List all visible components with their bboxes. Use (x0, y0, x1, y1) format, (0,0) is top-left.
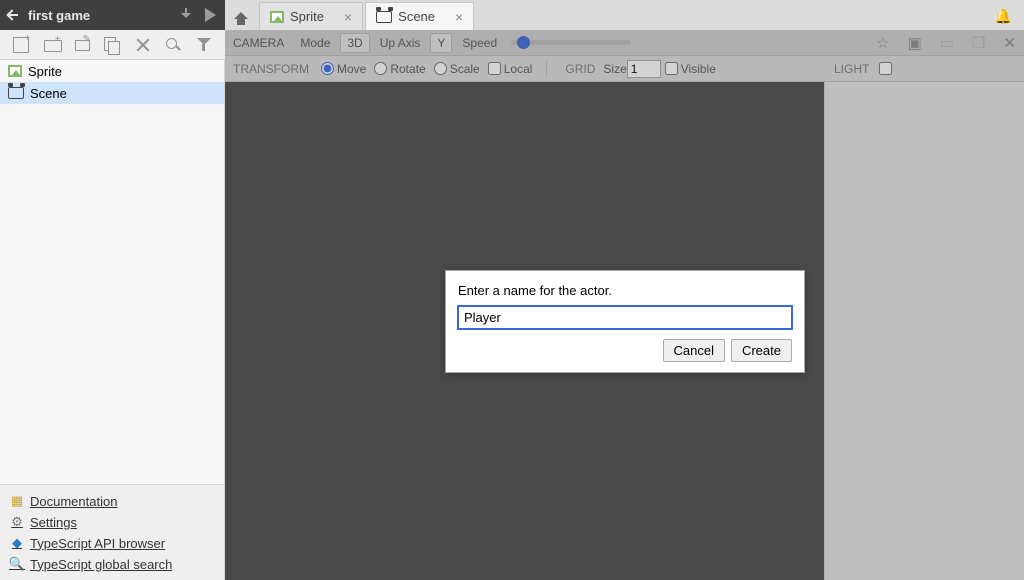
create-button[interactable]: Create (731, 339, 792, 362)
dialog-prompt: Enter a name for the actor. (458, 283, 792, 298)
tab-label: Scene (398, 9, 435, 24)
rename-icon[interactable] (74, 37, 90, 53)
download-icon[interactable] (179, 8, 193, 22)
filter-icon[interactable] (196, 37, 212, 53)
api-link[interactable]: ◆TypeScript API browser (10, 536, 214, 551)
project-name: first game (28, 8, 90, 23)
cancel-button[interactable]: Cancel (663, 339, 725, 362)
delete-icon[interactable] (135, 37, 151, 53)
asset-label: Sprite (28, 64, 62, 79)
close-icon[interactable]: × (344, 9, 352, 25)
tab-scene[interactable]: Scene × (365, 2, 474, 30)
home-tab[interactable] (225, 0, 257, 30)
cube-icon: ◆ (10, 536, 24, 550)
search-icon[interactable] (165, 37, 181, 53)
magnifier-icon: 🔍 (10, 557, 24, 571)
tab-strip: Sprite × Scene × 🔔 (225, 0, 1024, 30)
settings-link[interactable]: ⚙Settings (10, 515, 214, 530)
doc-icon: ▦ (10, 494, 24, 508)
notifications-icon[interactable]: 🔔 (995, 8, 1012, 25)
asset-tree: Sprite Scene (0, 60, 225, 485)
scene-icon (8, 87, 24, 99)
sprite-icon (270, 11, 284, 23)
tab-sprite[interactable]: Sprite × (259, 2, 363, 30)
help-links: ▦Documentation ⚙Settings ◆TypeScript API… (0, 485, 225, 580)
tab-label: Sprite (290, 9, 324, 24)
gear-icon: ⚙ (10, 515, 24, 529)
sprite-icon (8, 65, 22, 77)
actor-name-input[interactable] (458, 306, 792, 329)
back-icon[interactable] (8, 10, 18, 20)
asset-item-sprite[interactable]: Sprite (0, 60, 224, 82)
new-folder-icon[interactable] (44, 37, 60, 53)
new-asset-icon[interactable] (13, 37, 29, 53)
new-actor-dialog: Enter a name for the actor. Cancel Creat… (445, 270, 805, 373)
global-search-link[interactable]: 🔍TypeScript global search (10, 557, 214, 572)
documentation-link[interactable]: ▦Documentation (10, 494, 214, 509)
asset-toolbar (0, 30, 225, 60)
asset-label: Scene (30, 86, 67, 101)
scene-icon (376, 11, 392, 23)
duplicate-icon[interactable] (104, 37, 120, 53)
asset-item-scene[interactable]: Scene (0, 82, 224, 104)
play-icon[interactable] (203, 8, 217, 22)
project-bar: first game (0, 0, 225, 30)
close-icon[interactable]: × (455, 9, 463, 25)
home-icon (234, 12, 248, 19)
